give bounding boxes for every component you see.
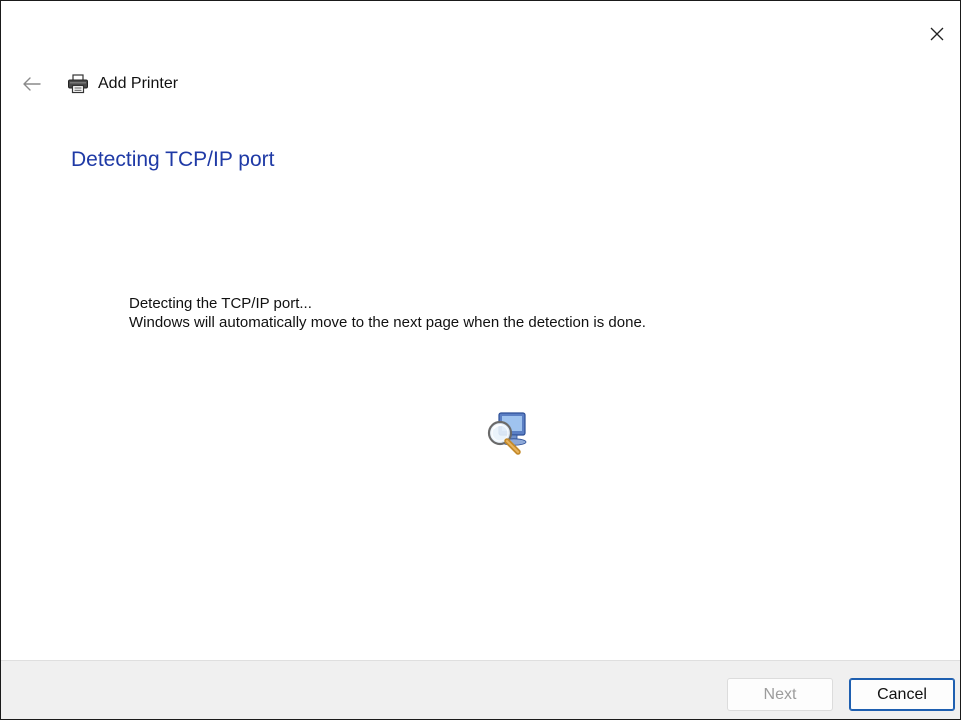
status-line-auto-advance: Windows will automatically move to the n… [129, 314, 646, 331]
add-printer-dialog: Add Printer Detecting TCP/IP port Detect… [0, 0, 961, 720]
close-button[interactable] [914, 1, 960, 67]
printer-icon [68, 74, 88, 94]
arrow-left-icon [23, 77, 41, 91]
title-bar: Add Printer [67, 71, 178, 97]
status-message: Detecting the TCP/IP port... Windows wil… [129, 294, 646, 332]
cancel-button[interactable]: Cancel [849, 678, 955, 711]
page-heading: Detecting TCP/IP port [71, 148, 275, 171]
dialog-footer: Next Cancel [1, 660, 960, 719]
status-line-detecting: Detecting the TCP/IP port... [129, 295, 312, 312]
window-title: Add Printer [98, 75, 179, 92]
search-computer-icon [487, 412, 527, 455]
next-button[interactable]: Next [727, 678, 833, 711]
close-icon [930, 27, 944, 41]
back-button[interactable] [21, 73, 43, 95]
